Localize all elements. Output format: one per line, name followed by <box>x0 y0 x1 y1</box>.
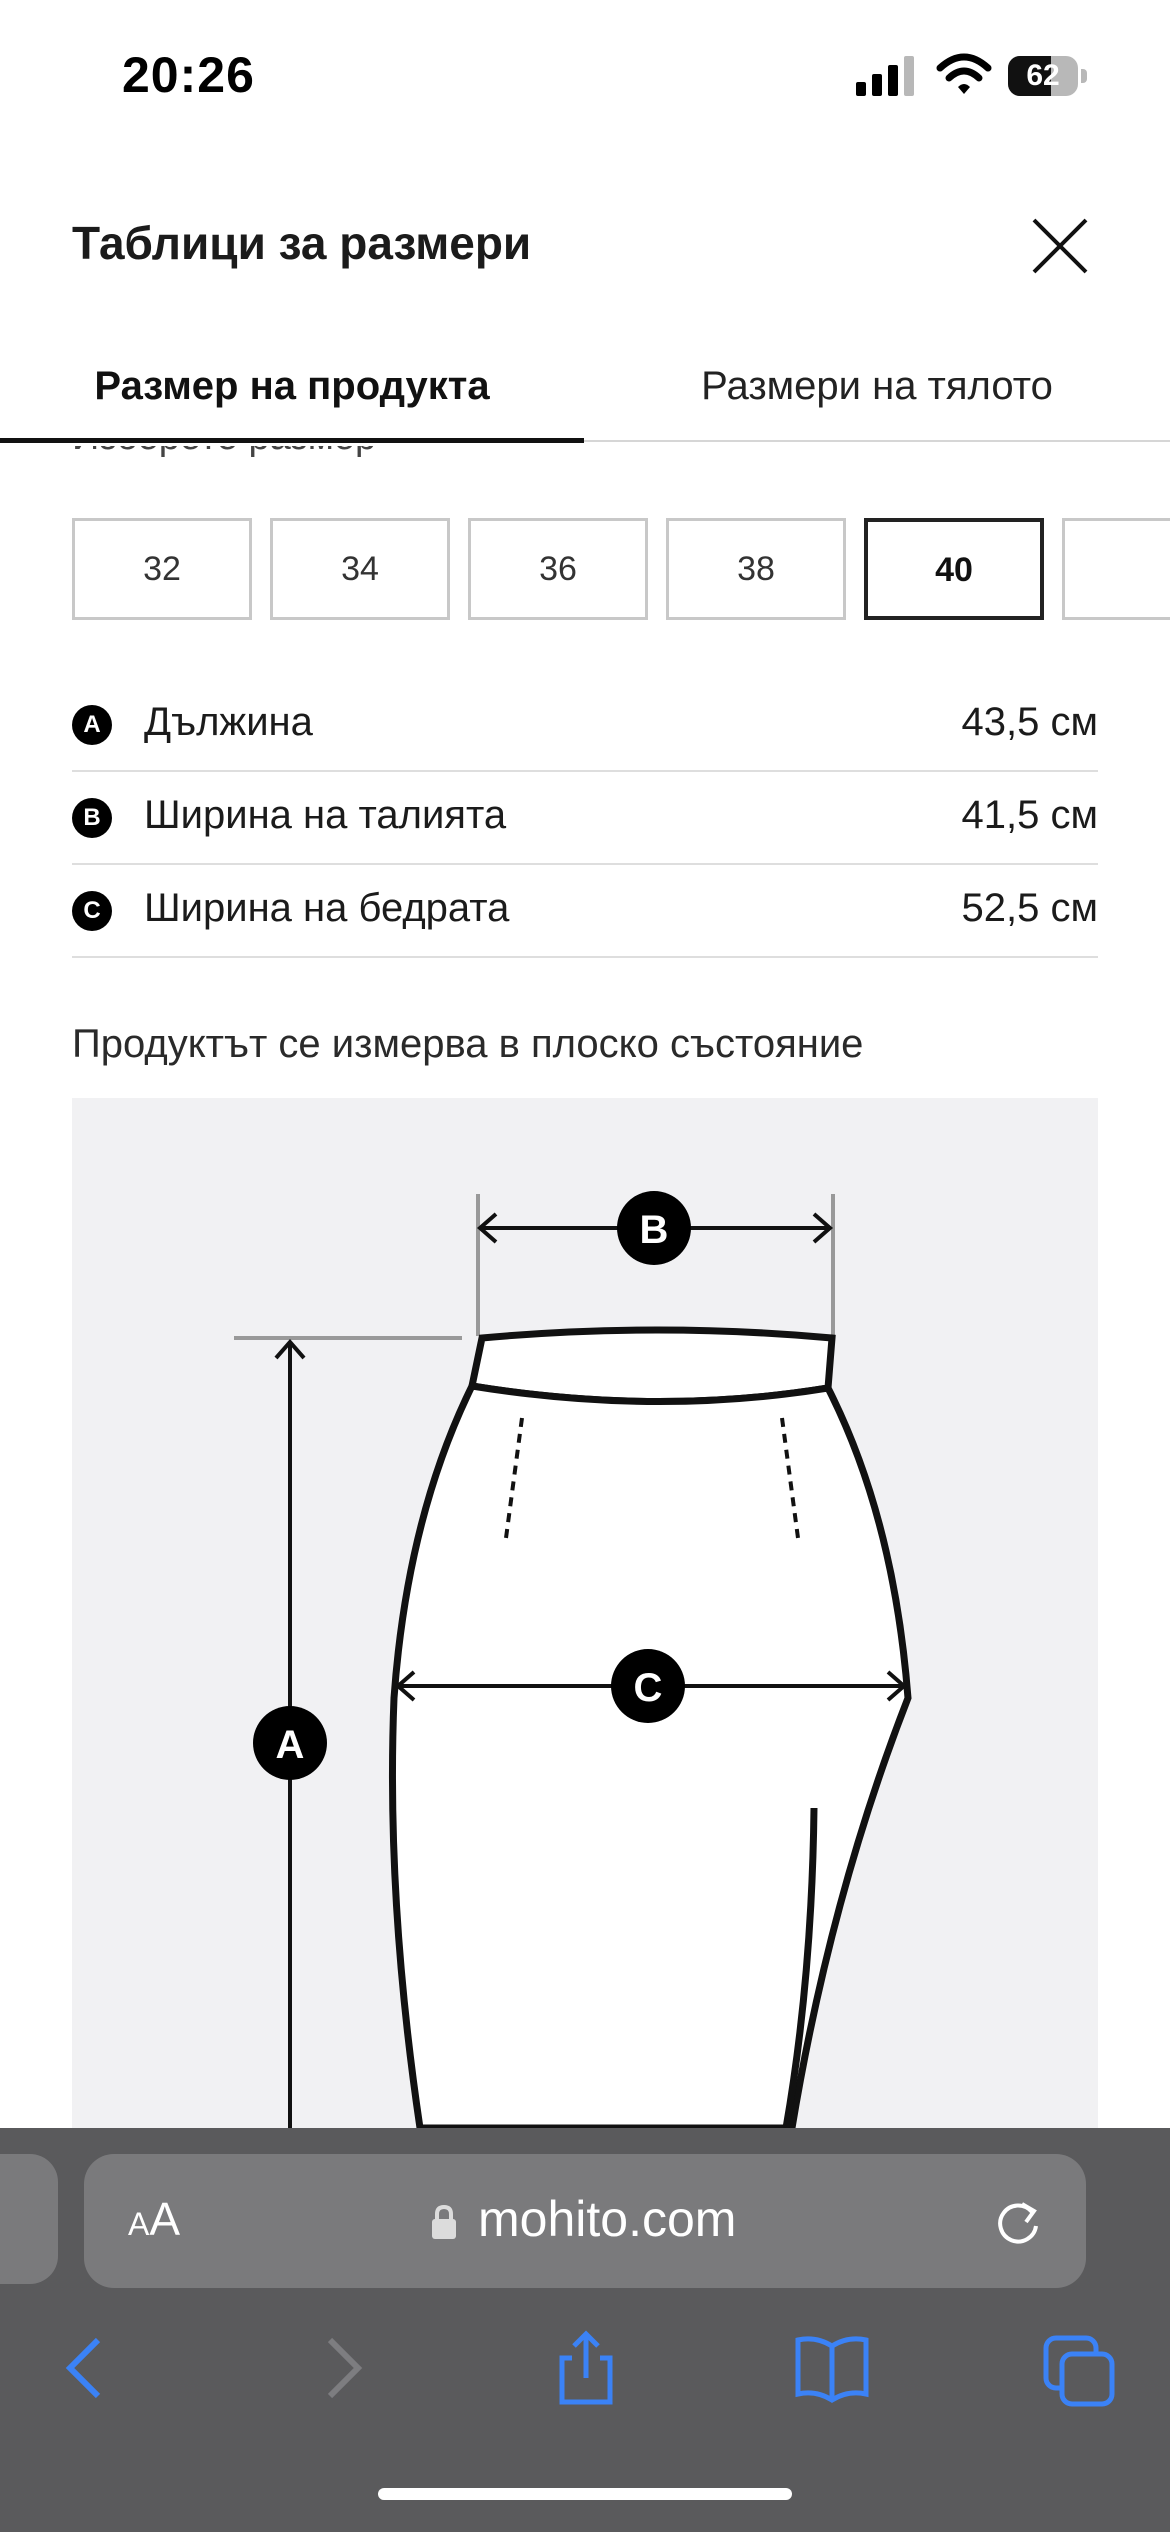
diagram-label-a: A <box>276 1723 305 1767</box>
status-bar: 20:26 62 <box>0 0 1170 150</box>
select-size-heading-clipped: Изберете размер <box>72 446 872 466</box>
measurement-row-hips: C Ширина на бедрата 52,5 см <box>72 864 1098 958</box>
battery-icon: 62 <box>1008 56 1088 96</box>
diagram-label-c: C <box>634 1666 663 1710</box>
size-option-40[interactable]: 40 <box>864 518 1044 620</box>
letter-badge-c: C <box>72 891 112 931</box>
reload-icon[interactable] <box>992 2196 1044 2248</box>
wifi-icon <box>936 53 992 94</box>
size-option-36[interactable]: 36 <box>468 518 648 620</box>
letter-badge-b: B <box>72 798 112 838</box>
tab-body-measurements[interactable]: Размери на тялото <box>584 356 1170 426</box>
battery-level: 62 <box>1026 59 1060 92</box>
browser-toolbar: AA mohito.com <box>0 2128 1170 2532</box>
letter-badge-a: A <box>72 705 112 745</box>
close-icon[interactable] <box>1028 214 1092 278</box>
measurement-value: 43,5 см <box>961 700 1098 744</box>
home-indicator <box>378 2488 792 2500</box>
share-icon[interactable] <box>546 2328 626 2408</box>
back-icon[interactable] <box>48 2328 128 2408</box>
forward-icon[interactable] <box>300 2328 380 2408</box>
size-option-32[interactable]: 32 <box>72 518 252 620</box>
measurement-label: Дължина <box>144 700 313 744</box>
skirt-illustration: B C A <box>234 1191 912 2128</box>
measurement-row-length: A Дължина 43,5 см <box>72 678 1098 772</box>
skirt-measurement-diagram: B C A <box>72 1098 1098 2128</box>
status-time: 20:26 <box>122 47 255 103</box>
reader-settings-button[interactable]: AA <box>128 2192 180 2246</box>
url-text: mohito.com <box>478 2191 737 2247</box>
size-selector: 32 34 36 38 40 4 <box>72 518 1170 626</box>
flat-measurement-note: Продуктът се измерва в плоско състояние <box>72 1022 864 1066</box>
cellular-signal-icon <box>856 56 914 96</box>
bookmarks-icon[interactable] <box>792 2328 872 2408</box>
measurement-label: Ширина на талията <box>144 793 507 837</box>
measurement-row-waist: B Ширина на талията 41,5 см <box>72 771 1098 865</box>
diagram-label-b: B <box>640 1208 669 1252</box>
previous-tab-preview[interactable] <box>0 2154 58 2284</box>
measurement-value: 52,5 см <box>961 886 1098 930</box>
measurement-label: Ширина на бедрата <box>144 886 510 930</box>
measurement-value: 41,5 см <box>961 793 1098 837</box>
sheet-title: Таблици за размери <box>72 217 532 269</box>
address-bar[interactable]: AA mohito.com <box>84 2154 1086 2288</box>
lock-icon <box>432 2204 456 2239</box>
size-option-38[interactable]: 38 <box>666 518 846 620</box>
size-option-34[interactable]: 34 <box>270 518 450 620</box>
active-tab-indicator <box>0 438 584 443</box>
tab-product-size[interactable]: Размер на продукта <box>0 356 584 426</box>
size-option-42-partial[interactable]: 4 <box>1062 518 1170 620</box>
tabs-icon[interactable] <box>1040 2328 1120 2408</box>
